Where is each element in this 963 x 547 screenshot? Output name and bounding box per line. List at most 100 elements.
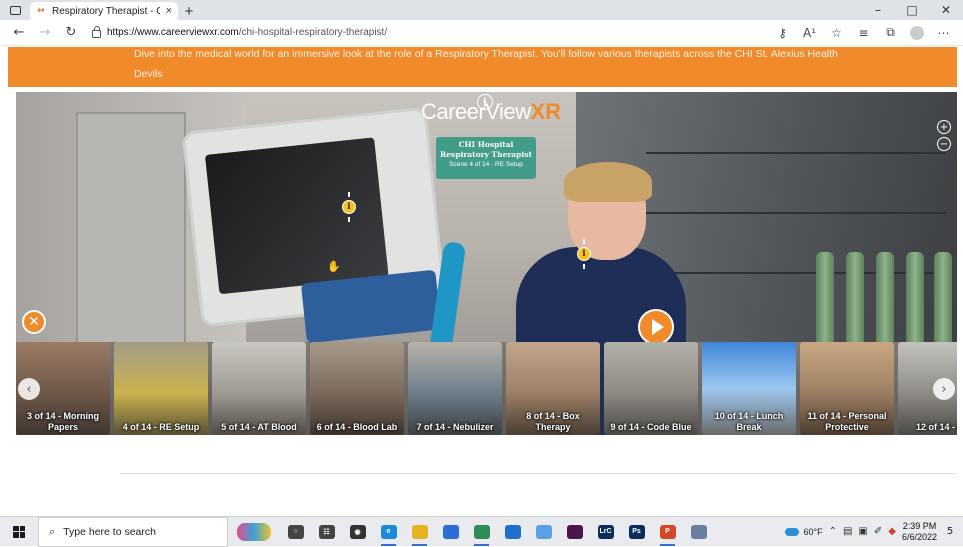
volume-icon[interactable]: ▣ bbox=[858, 526, 867, 537]
scene-thumbnail[interactable]: 9 of 14 - Code Blue bbox=[604, 342, 698, 435]
taskbar-search[interactable]: ⌕ Type here to search bbox=[38, 516, 228, 547]
scene-thumbnail-label: 7 of 14 - Nebulizer bbox=[416, 422, 494, 432]
vr-tour-viewer[interactable]: CareerView XR i CHI Hospital Respiratory … bbox=[16, 92, 957, 435]
next-scene-button[interactable]: › bbox=[933, 378, 955, 400]
scene-thumbnail[interactable]: 11 of 14 - Personal Protective bbox=[800, 342, 894, 435]
info-hotspot[interactable]: i bbox=[334, 192, 364, 222]
browser-tab-active[interactable]: ↔ Respiratory Therapist - CareerVi… × bbox=[30, 2, 178, 20]
address-bar[interactable]: https://www.careerviewxr.com/chi-hospita… bbox=[92, 26, 769, 38]
orange-banner: Dive into the medical world for an immer… bbox=[8, 47, 957, 100]
tab-actions-button[interactable] bbox=[0, 0, 30, 20]
read-aloud-icon[interactable]: A¹ bbox=[796, 26, 823, 40]
widgets-glyph: ☷ bbox=[318, 524, 335, 539]
collections-icon[interactable]: ⧉ bbox=[877, 25, 904, 40]
notification-icon[interactable]: 5 bbox=[943, 525, 957, 539]
scene-thumbnail[interactable]: 8 of 14 - Box Therapy bbox=[506, 342, 600, 435]
logo-text: CareerView bbox=[420, 99, 531, 124]
previous-scene-button[interactable]: ‹ bbox=[18, 378, 40, 400]
misc-glyph bbox=[690, 524, 707, 539]
maximize-button[interactable]: □ bbox=[895, 0, 929, 20]
search-highlight-graphic bbox=[237, 522, 271, 541]
taskbar-edge-icon[interactable]: e bbox=[373, 517, 404, 547]
cabinet-drawer bbox=[646, 152, 946, 154]
weather-temp: 60°F bbox=[803, 526, 823, 537]
taskbar-calculator-icon[interactable] bbox=[435, 517, 466, 547]
taskbar-file-explorer-icon[interactable] bbox=[404, 517, 435, 547]
info-hotspot[interactable]: i bbox=[569, 239, 599, 269]
favicon-icon: ↔ bbox=[37, 6, 45, 16]
taskbar-obs-icon[interactable]: ◉ bbox=[342, 517, 373, 547]
file-explorer-glyph bbox=[411, 524, 428, 539]
info-hotspot-icon: i bbox=[577, 247, 591, 261]
photoshop-glyph: Ps bbox=[628, 524, 645, 539]
task-view-glyph: ○ bbox=[287, 524, 304, 539]
lock-icon bbox=[92, 26, 101, 38]
clock-date: 6/6/2022 bbox=[901, 531, 937, 542]
app-tray-icon[interactable]: ◆ bbox=[888, 526, 896, 537]
zoom-in-icon[interactable]: + bbox=[937, 120, 951, 134]
scene-thumbnail-label: 4 of 14 - RE Setup bbox=[122, 422, 200, 432]
mail-glyph bbox=[504, 524, 521, 539]
weather-widget[interactable]: 60°F bbox=[785, 526, 823, 537]
search-icon: ⌕ bbox=[49, 524, 56, 538]
browser-tabstrip: ↔ Respiratory Therapist - CareerVi… × + … bbox=[0, 0, 963, 20]
zoom-out-icon[interactable]: − bbox=[937, 137, 951, 151]
refresh-button[interactable]: ↻ bbox=[58, 22, 84, 44]
play-button[interactable] bbox=[638, 309, 674, 345]
taskbar-teams-icon[interactable] bbox=[466, 517, 497, 547]
search-placeholder: Type here to search bbox=[63, 525, 156, 538]
tray-expand-icon[interactable]: ⌃ bbox=[829, 526, 837, 537]
favorite-star-icon[interactable]: ☆ bbox=[823, 26, 850, 40]
scene-thumbnail[interactable]: 4 of 14 - RE Setup bbox=[114, 342, 208, 435]
taskbar-powerpoint-icon[interactable]: P bbox=[652, 517, 683, 547]
favorites-bar-icon[interactable]: ≡ bbox=[850, 26, 877, 40]
url-path: /chi-hospital-respiratory-therapist/ bbox=[238, 27, 388, 38]
scene-thumbnail-label: 3 of 14 - Morning Papers bbox=[27, 411, 99, 432]
tour-title-line-1: CHI Hospital bbox=[458, 140, 514, 149]
profile-avatar[interactable] bbox=[910, 25, 924, 40]
scene-door bbox=[76, 112, 186, 352]
new-tab-button[interactable]: + bbox=[178, 2, 200, 20]
taskbar-apps: ○ ☷ ◉ e LrC Ps P bbox=[280, 517, 714, 547]
scene-thumbnail-label: 12 of 14 - Pati bbox=[915, 422, 957, 432]
cabinet-drawer bbox=[646, 212, 946, 214]
close-window-button[interactable]: ✕ bbox=[929, 0, 963, 20]
scene-thumbnail[interactable]: 7 of 14 - Nebulizer bbox=[408, 342, 502, 435]
taskbar-slack-icon[interactable] bbox=[559, 517, 590, 547]
scene-thumbnail[interactable]: 6 of 14 - Blood Lab bbox=[310, 342, 404, 435]
key-icon[interactable]: ⚷ bbox=[769, 26, 796, 40]
scene-thumbnail[interactable]: 5 of 14 - AT Blood bbox=[212, 342, 306, 435]
taskbar-widgets-icon[interactable]: ☷ bbox=[311, 517, 342, 547]
system-clock[interactable]: 2:39 PM 6/6/2022 bbox=[902, 521, 937, 543]
taskbar-photoshop-icon[interactable]: Ps bbox=[621, 517, 652, 547]
ventilator-panel bbox=[300, 269, 442, 344]
windows-taskbar: ⌕ Type here to search ○ ☷ ◉ e LrC Ps P 60°F ⌃ … bbox=[0, 516, 963, 547]
search-highlight-icon[interactable] bbox=[228, 517, 280, 547]
scene-thumbnail[interactable]: 10 of 14 - Lunch Break bbox=[702, 342, 796, 435]
ventilator-monitor bbox=[184, 109, 444, 344]
tour-title-box: CHI Hospital Respiratory Therapist Scene… bbox=[436, 137, 536, 179]
scene-thumbnail-label: 5 of 14 - AT Blood bbox=[221, 422, 297, 432]
more-menu-icon[interactable]: ⋯ bbox=[930, 26, 957, 40]
taskbar-notepad-icon[interactable] bbox=[528, 517, 559, 547]
network-icon[interactable]: ▤ bbox=[843, 526, 852, 537]
taskbar-lightroom-icon[interactable]: LrC bbox=[590, 517, 621, 547]
window-controls: – □ ✕ bbox=[861, 0, 963, 20]
taskbar-misc-icon[interactable] bbox=[683, 517, 714, 547]
back-button[interactable]: ← bbox=[6, 22, 32, 44]
weather-icon bbox=[785, 527, 800, 536]
minimize-button[interactable]: – bbox=[861, 0, 895, 20]
scene-thumbnail-label: 10 of 14 - Lunch Break bbox=[714, 411, 784, 432]
tab-close-button[interactable]: × bbox=[166, 5, 172, 17]
taskbar-task-view-icon[interactable]: ○ bbox=[280, 517, 311, 547]
start-button[interactable] bbox=[0, 517, 38, 547]
forward-button[interactable]: → bbox=[32, 22, 58, 44]
calculator-glyph bbox=[442, 524, 459, 539]
pen-icon[interactable]: ✐ bbox=[874, 526, 882, 537]
hand-cursor-icon: ✋ bbox=[327, 260, 341, 273]
tab-title: Respiratory Therapist - CareerVi… bbox=[52, 5, 160, 17]
taskbar-mail-icon[interactable] bbox=[497, 517, 528, 547]
close-tour-button[interactable]: ✕ bbox=[22, 310, 46, 334]
system-tray: 60°F ⌃ ▤ ▣ ✐ ◆ 2:39 PM 6/6/2022 5 bbox=[785, 521, 963, 543]
info-icon[interactable]: i bbox=[477, 94, 493, 110]
